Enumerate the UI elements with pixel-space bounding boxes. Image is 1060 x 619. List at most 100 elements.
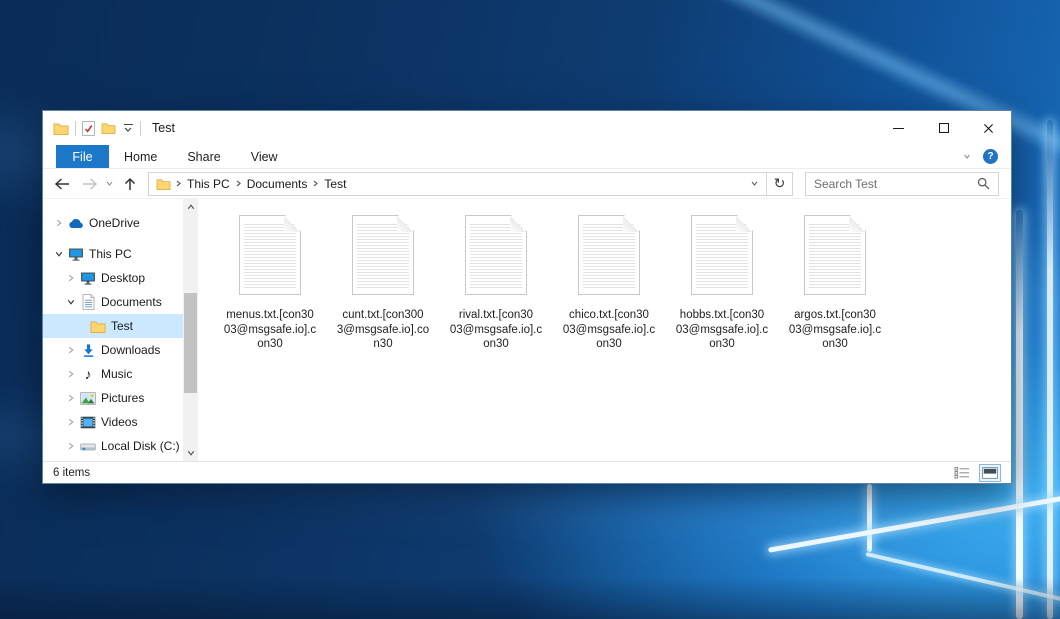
sidebar-item-test[interactable]: Test (43, 314, 183, 338)
breadcrumb-this-pc[interactable]: This PC (182, 177, 235, 191)
file-name-label: menus.txt.[con30 03@msgsafe.io].c on30 (224, 308, 316, 352)
properties-check-icon[interactable] (82, 121, 95, 136)
breadcrumb-test[interactable]: Test (319, 177, 351, 191)
tab-file[interactable]: File (56, 145, 109, 168)
file-item-cunt[interactable]: cunt.txt.[con300 3@msgsafe.io].co n30 (331, 215, 435, 352)
file-item-menus[interactable]: menus.txt.[con30 03@msgsafe.io].c on30 (218, 215, 322, 352)
chevron-right-icon[interactable] (63, 394, 79, 402)
expand-ribbon-chevron-icon[interactable] (964, 152, 971, 162)
refresh-button[interactable]: ↻ (766, 172, 792, 195)
customize-toolbar-chevron-icon[interactable] (122, 124, 134, 132)
minimize-button[interactable] (876, 111, 921, 145)
file-name-line: n30 (373, 338, 393, 350)
text-file-icon (465, 215, 527, 295)
forward-button[interactable] (81, 176, 99, 192)
breadcrumb-documents[interactable]: Documents (242, 177, 313, 191)
maximize-button[interactable] (921, 111, 966, 145)
file-name-line: cunt.txt.[con300 (342, 309, 424, 321)
text-file-icon (578, 215, 640, 295)
details-view-button[interactable] (951, 463, 973, 482)
file-name-line: on30 (257, 338, 283, 350)
chevron-down-icon (106, 179, 113, 188)
search-box[interactable] (805, 171, 999, 196)
back-arrow-icon (53, 176, 71, 192)
text-file-icon (691, 215, 753, 295)
sidebar-item-music[interactable]: ♪ Music (43, 362, 183, 386)
toolbar-separator (140, 120, 141, 136)
chevron-down-icon (751, 179, 758, 188)
file-item-argos[interactable]: argos.txt.[con30 03@msgsafe.io].c on30 (783, 215, 887, 352)
windows-logo-line (867, 484, 872, 552)
explorer-body: OneDrive This PC Desktop Documents Test … (43, 199, 1011, 461)
chevron-right-icon[interactable] (63, 370, 79, 378)
help-icon[interactable]: ? (983, 149, 998, 164)
page-fold (849, 216, 865, 232)
new-folder-icon[interactable] (101, 122, 116, 134)
recent-locations-button[interactable] (105, 180, 114, 187)
file-name-label: cunt.txt.[con300 3@msgsafe.io].co n30 (337, 308, 429, 352)
text-file-icon (352, 215, 414, 295)
text-file-lines (244, 222, 296, 289)
chevron-right-icon[interactable] (63, 274, 79, 282)
search-icon[interactable] (977, 177, 990, 190)
search-input[interactable] (806, 176, 977, 191)
scroll-up-arrow-icon[interactable] (183, 199, 198, 215)
sidebar-item-label: This PC (89, 247, 132, 261)
chevron-down-icon[interactable] (63, 298, 79, 306)
details-view-icon (954, 466, 970, 479)
address-bar[interactable]: This PC Documents Test ↻ (148, 171, 793, 196)
chevron-right-icon[interactable] (63, 442, 79, 450)
back-button[interactable] (53, 176, 71, 192)
file-name-line: on30 (483, 338, 509, 350)
status-bar: 6 items (43, 461, 1011, 483)
chevron-right-icon[interactable] (51, 219, 67, 227)
view-switcher (951, 463, 1001, 482)
tree-scrollbar[interactable] (183, 199, 198, 461)
onedrive-cloud-icon (67, 218, 85, 229)
breadcrumb-chevron-icon (175, 179, 182, 188)
file-item-hobbs[interactable]: hobbs.txt.[con30 03@msgsafe.io].c on30 (670, 215, 774, 352)
videos-icon (79, 416, 97, 429)
sidebar-item-label: Desktop (101, 271, 146, 285)
chevron-right-icon[interactable] (63, 418, 79, 426)
scroll-down-arrow-icon[interactable] (183, 445, 198, 461)
downloads-icon (79, 343, 97, 358)
file-list-area[interactable]: menus.txt.[con30 03@msgsafe.io].c on30 c… (198, 199, 1011, 461)
close-button[interactable] (966, 111, 1011, 145)
file-explorer-window: Test File Home Share View ? This PC Docu… (42, 110, 1012, 484)
thumbnail-view-button[interactable] (979, 463, 1001, 482)
address-dropdown-button[interactable] (742, 173, 766, 195)
folder-icon[interactable] (53, 122, 69, 135)
scrollbar-thumb[interactable] (184, 293, 197, 393)
desktop-icon (79, 271, 97, 285)
file-item-rival[interactable]: rival.txt.[con30 03@msgsafe.io].c on30 (444, 215, 548, 352)
file-name-label: argos.txt.[con30 03@msgsafe.io].c on30 (789, 308, 881, 352)
folder-icon (89, 320, 107, 333)
page-fold (623, 216, 639, 232)
tab-view[interactable]: View (236, 145, 293, 168)
music-note-icon: ♪ (84, 366, 92, 382)
title-bar[interactable]: Test (43, 111, 1011, 145)
window-controls (876, 111, 1011, 145)
sidebar-item-local-disk-c[interactable]: Local Disk (C:) (43, 434, 183, 458)
sidebar-item-onedrive[interactable]: OneDrive (43, 211, 183, 235)
chevron-down-icon[interactable] (51, 250, 67, 258)
file-name-label: hobbs.txt.[con30 03@msgsafe.io].c on30 (676, 308, 768, 352)
maximize-icon (938, 123, 949, 133)
sidebar-item-downloads[interactable]: Downloads (43, 338, 183, 362)
chevron-right-icon[interactable] (63, 346, 79, 354)
tab-share[interactable]: Share (172, 145, 235, 168)
sidebar-item-pictures[interactable]: Pictures (43, 386, 183, 410)
file-name-line: 03@msgsafe.io].c (223, 323, 317, 336)
text-file-lines (470, 222, 522, 289)
up-button[interactable] (122, 176, 138, 192)
tab-home[interactable]: Home (109, 145, 172, 168)
sidebar-item-desktop[interactable]: Desktop (43, 266, 183, 290)
text-file-lines (696, 222, 748, 289)
documents-icon (79, 294, 97, 310)
sidebar-item-videos[interactable]: Videos (43, 410, 183, 434)
file-item-chico[interactable]: chico.txt.[con30 03@msgsafe.io].c on30 (557, 215, 661, 352)
sidebar-item-this-pc[interactable]: This PC (43, 242, 183, 266)
sidebar-item-documents[interactable]: Documents (43, 290, 183, 314)
sidebar-item-label: Music (101, 367, 133, 381)
